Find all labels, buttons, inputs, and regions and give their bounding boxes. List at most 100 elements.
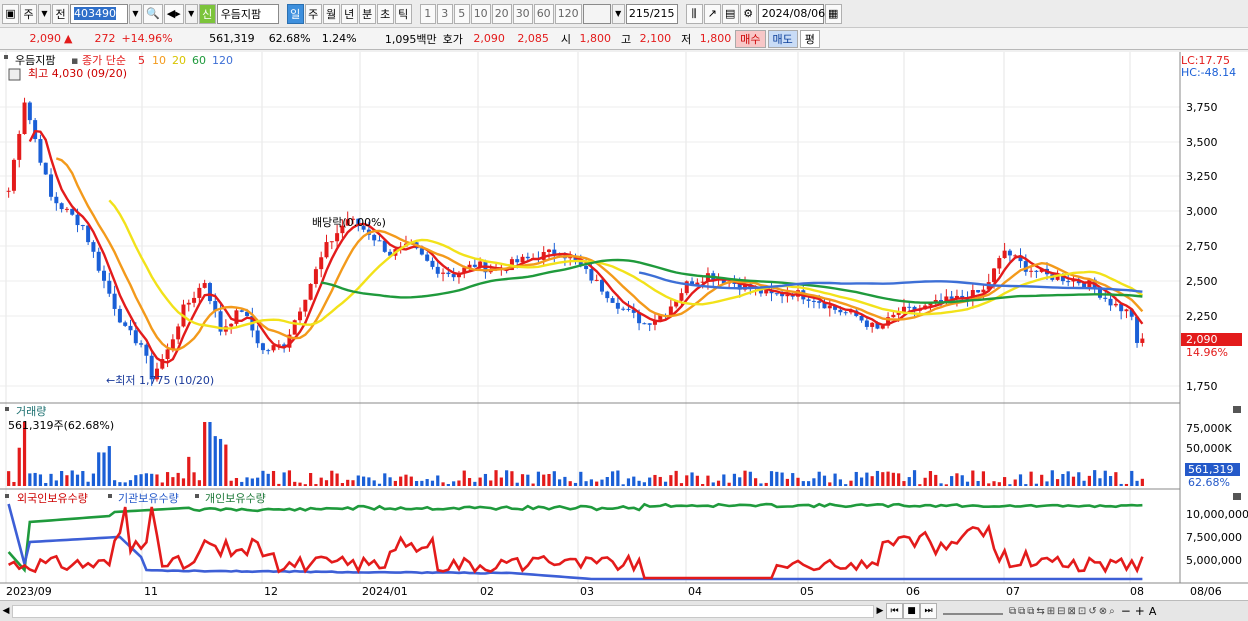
- candle-icon[interactable]: ⫼: [685, 3, 703, 24]
- volume-bar: [663, 481, 668, 486]
- volume-bar: [934, 474, 938, 486]
- candle-body: [186, 302, 191, 305]
- interval-dropdown-icon[interactable]: ▼: [611, 3, 625, 24]
- period-month[interactable]: 월: [322, 3, 340, 24]
- volume-bar: [897, 473, 901, 486]
- volume-bar: [123, 482, 127, 486]
- volume-bar: [589, 479, 593, 486]
- period-second[interactable]: 초: [376, 3, 394, 24]
- calendar-icon[interactable]: [8, 68, 21, 81]
- volume-bar: [632, 476, 636, 486]
- code-input[interactable]: 403490: [70, 3, 128, 24]
- panel-menu-icon[interactable]: [5, 494, 9, 498]
- period-tick[interactable]: 틱: [394, 3, 412, 24]
- volume-bar: [674, 470, 678, 486]
- candle-body: [515, 259, 520, 263]
- speaker-dropdown-icon[interactable]: ▼: [184, 3, 198, 24]
- zoom-slider[interactable]: [943, 607, 1003, 615]
- candle-body: [520, 256, 525, 263]
- pct-tag-text: 14.96%: [1186, 346, 1228, 359]
- volume-bar: [987, 483, 991, 486]
- speaker-icon[interactable]: ◀▸: [163, 3, 184, 24]
- code-dropdown-icon[interactable]: ▼: [129, 3, 142, 24]
- chart-canvas[interactable]: 우듬지팜 ▪ 종가 단순 5 10 20 60 120 최고 4,030 (09…: [0, 52, 1248, 600]
- period-minute[interactable]: 분: [358, 3, 376, 24]
- scroll-right-icon[interactable]: ▶: [874, 606, 886, 616]
- candle-body: [165, 349, 170, 360]
- volume-bar: [981, 471, 986, 486]
- volume-bar: [181, 478, 186, 486]
- volume-bar: [859, 477, 864, 486]
- custom-interval-input[interactable]: [582, 3, 611, 24]
- period-week[interactable]: 주: [304, 3, 322, 24]
- candle-body: [17, 134, 22, 160]
- avg-button[interactable]: 평: [799, 29, 820, 48]
- draw-icon[interactable]: ↗: [703, 3, 721, 24]
- interval-10[interactable]: 10: [470, 3, 491, 24]
- volume-bar: [75, 474, 80, 486]
- period-year[interactable]: 년: [340, 3, 358, 24]
- calendar-icon[interactable]: ▦: [824, 3, 842, 24]
- volume-bar: [107, 446, 111, 486]
- font-icon[interactable]: A: [1149, 605, 1157, 618]
- interval-60[interactable]: 60: [533, 3, 554, 24]
- date-input[interactable]: 2024/08/06: [757, 3, 825, 24]
- period-day[interactable]: 일: [286, 3, 304, 24]
- zoom-in-icon[interactable]: +: [1135, 604, 1145, 618]
- gear-icon[interactable]: ⚙: [739, 3, 757, 24]
- interval-3[interactable]: 3: [436, 3, 453, 24]
- high-label: 고: [621, 32, 632, 46]
- holdings-axis: 10,000,000 7,500,000 5,000,000: [1186, 508, 1248, 567]
- last-icon[interactable]: ⏭: [920, 603, 937, 619]
- volume-bar: [150, 473, 154, 486]
- volume-bar: [642, 482, 646, 486]
- volume-bar: [812, 478, 816, 486]
- count-input[interactable]: 215/215: [625, 3, 678, 24]
- candle-body: [647, 323, 652, 325]
- panel-menu-icon[interactable]: [4, 55, 8, 59]
- low-price: 1,800: [699, 32, 732, 45]
- interval-5[interactable]: 5: [453, 3, 470, 24]
- interval-20[interactable]: 20: [491, 3, 512, 24]
- panel-menu-icon[interactable]: [5, 407, 9, 411]
- buy-button[interactable]: 매수: [735, 29, 766, 48]
- volume-bar: [330, 470, 334, 486]
- stop-icon[interactable]: ■: [903, 603, 920, 619]
- search-icon[interactable]: 🔍: [143, 3, 163, 24]
- volume-bar: [467, 478, 472, 486]
- zoom-out-icon[interactable]: −: [1121, 604, 1131, 618]
- ma20-line: [108, 199, 1144, 330]
- retail-legend: 개인보유수량: [205, 492, 266, 505]
- candle-body: [38, 139, 43, 163]
- prev-button[interactable]: 전: [52, 3, 69, 24]
- chevron-down-icon[interactable]: ▼: [38, 3, 51, 24]
- window-menu-icon[interactable]: ▣: [2, 3, 19, 24]
- interval-1[interactable]: 1: [419, 3, 436, 24]
- stock-name[interactable]: 우듬지팜: [216, 3, 279, 24]
- volume-bar: [409, 476, 413, 486]
- volume-bar: [1050, 470, 1054, 486]
- volume-bar: [1034, 483, 1038, 486]
- horizontal-scrollbar[interactable]: [12, 604, 874, 618]
- volume-bar: [1108, 476, 1113, 486]
- date-tick-label: 07: [1006, 585, 1020, 598]
- volume-bar: [473, 481, 477, 486]
- scroll-left-icon[interactable]: ◀: [0, 606, 12, 616]
- current-price: 2,090: [29, 32, 62, 45]
- chart-area[interactable]: 우듬지팜 ▪ 종가 단순 5 10 20 60 120 최고 4,030 (09…: [0, 52, 1248, 600]
- volume: 561,319: [209, 32, 255, 45]
- interval-30[interactable]: 30: [512, 3, 533, 24]
- ma5-line: [28, 129, 1144, 364]
- volume-bar: [91, 473, 96, 486]
- close-icon[interactable]: [1233, 493, 1241, 500]
- interval-120[interactable]: 120: [554, 3, 582, 24]
- first-icon[interactable]: ⏮: [886, 603, 903, 619]
- volume-bar: [197, 480, 201, 486]
- close-icon[interactable]: [1233, 406, 1241, 413]
- type-select[interactable]: 주: [20, 3, 37, 24]
- volume-bar: [319, 477, 323, 486]
- tool-icons[interactable]: ⧉⧉⧉⇆⊞⊟⊠⊡↺⊗⌕: [1009, 606, 1117, 617]
- volume-bar: [303, 484, 307, 486]
- sell-button[interactable]: 매도: [767, 29, 798, 48]
- save-icon[interactable]: ▤: [721, 3, 739, 24]
